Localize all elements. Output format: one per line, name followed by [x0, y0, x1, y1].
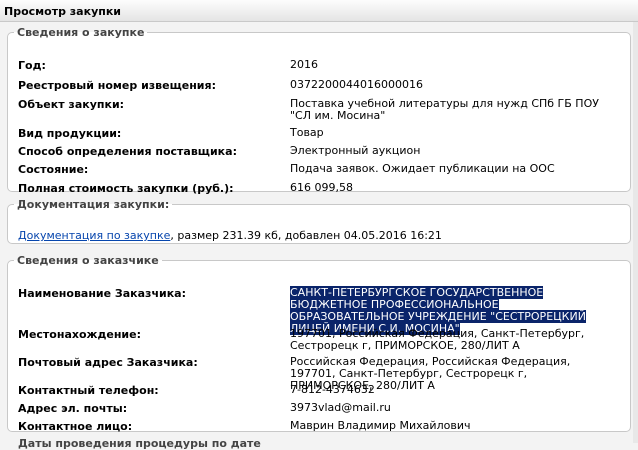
purchase-info-legend: Сведения о закупке — [17, 26, 145, 39]
customer-info-section: Сведения о заказчике Наименование Заказч… — [7, 254, 631, 433]
year-value: 2016 — [290, 58, 318, 71]
location-label: Местонахождение: — [18, 328, 141, 341]
registry-number-label: Реестровый номер извещения: — [18, 79, 216, 92]
total-cost-value: 616 099,58 — [290, 181, 353, 194]
purchase-info-section: Сведения о закупке Год: 2016 Реестровый … — [7, 26, 631, 195]
next-section-legend: Даты проведения процедуры по дате — [18, 437, 261, 450]
location-value: 197701, Российская Федерация, Санкт-Пете… — [290, 327, 585, 352]
product-type-label: Вид продукции: — [18, 127, 122, 140]
status-label: Состояние: — [18, 163, 89, 176]
postal-address-label: Почтовый адрес Заказчика: — [18, 356, 198, 369]
product-type-value: Товар — [290, 126, 324, 139]
email-value: 3973vlad@mail.ru — [290, 401, 391, 414]
phone-value: 7-812-4374632 — [290, 383, 375, 396]
contact-person-label: Контактное лицо: — [18, 420, 133, 433]
customer-info-legend: Сведения о заказчике — [17, 254, 159, 267]
supplier-method-value: Электронный аукцион — [290, 144, 421, 157]
documentation-section: Документация закупки: Документация по за… — [7, 198, 631, 244]
supplier-method-label: Способ определения поставщика: — [18, 145, 237, 158]
registry-number-value: 0372200044016000016 — [290, 78, 423, 91]
purchase-object-value: Поставка учебной литературы для нужд СПб… — [290, 97, 599, 122]
year-label: Год: — [18, 59, 46, 72]
window-titlebar: Просмотр закупки — [0, 0, 638, 22]
total-cost-label: Полная стоимость закупки (руб.): — [18, 182, 234, 195]
customer-name-label: Наименование Заказчика: — [18, 287, 186, 300]
window-title: Просмотр закупки — [4, 5, 122, 18]
documentation-line: Документация по закупке, размер 231.39 к… — [18, 229, 442, 242]
phone-label: Контактный телефон: — [18, 384, 159, 397]
status-value: Подача заявок. Ожидает публикации на ООС — [290, 162, 555, 175]
documentation-legend: Документация закупки: — [17, 198, 170, 211]
contact-person-value: Маврин Владимир Михайлович — [290, 419, 471, 432]
documentation-info: , размер 231.39 кб, добавлен 04.05.2016 … — [170, 229, 442, 242]
scrollbar-track[interactable] — [633, 22, 638, 443]
documentation-link[interactable]: Документация по закупке — [18, 229, 170, 242]
purchase-object-label: Объект закупки: — [18, 98, 125, 111]
email-label: Адрес эл. почты: — [18, 402, 128, 415]
